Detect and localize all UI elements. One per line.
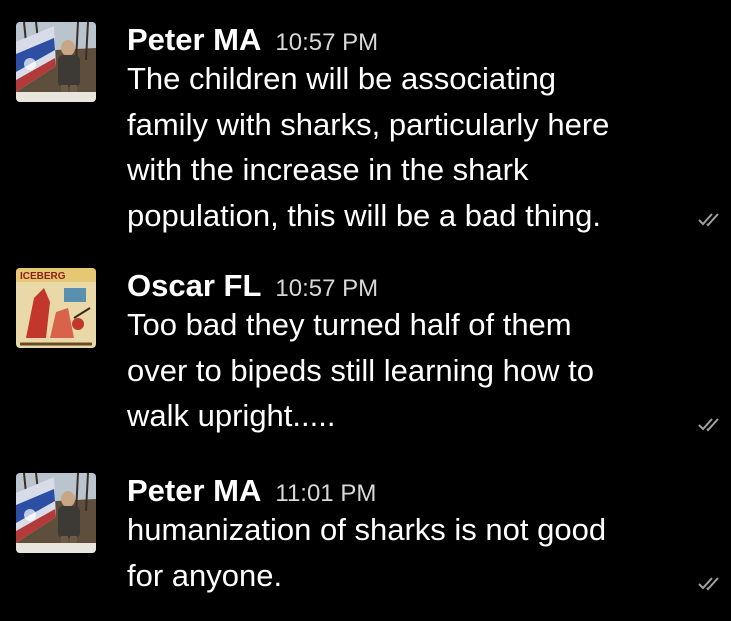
author-name[interactable]: Peter MA [127,473,261,508]
double-check-icon [698,577,719,591]
message-line: family with sharks, particularly here [127,106,610,142]
message-line: Too bad they turned half of them [127,307,572,342]
avatar-iceberg-text: ICEBERG [20,271,66,282]
message-text: The children will be associating family … [127,56,687,238]
message-line: for anyone. [127,557,283,593]
author-name[interactable]: Peter MA [127,22,261,57]
message-line: humanization of sharks is not good [127,512,607,547]
message-line: The children will be associating [127,61,557,96]
timestamp: 10:57 PM [275,29,379,56]
avatar-peter-ma[interactable] [16,22,96,102]
message-text: humanization of sharks is not good for a… [127,507,687,598]
message-3[interactable]: Peter MA 11:01 PM humanization of sharks … [0,473,731,613]
timestamp: 11:01 PM [275,480,377,507]
double-check-icon [698,213,719,227]
message-line: over to bipeds still learning how to [127,352,594,388]
double-check-icon [698,418,719,432]
avatar-oscar-fl[interactable]: ICEBERG [16,268,96,348]
message-line: walk upright..... [127,398,336,433]
avatar-peter-ma[interactable] [16,473,96,553]
message-line: population, this will be a bad thing. [127,197,601,233]
author-name[interactable]: Oscar FL [127,268,261,303]
message-text: Too bad they turned half of them over to… [127,302,687,439]
message-2[interactable]: ICEBERG Oscar FL 10:57 PM Too bad they tu… [0,268,731,448]
timestamp: 10:57 PM [275,275,379,302]
message-line: with the increase in the shark [127,152,529,187]
message-1[interactable]: Peter MA 10:57 PM The children will be as… [0,22,731,242]
